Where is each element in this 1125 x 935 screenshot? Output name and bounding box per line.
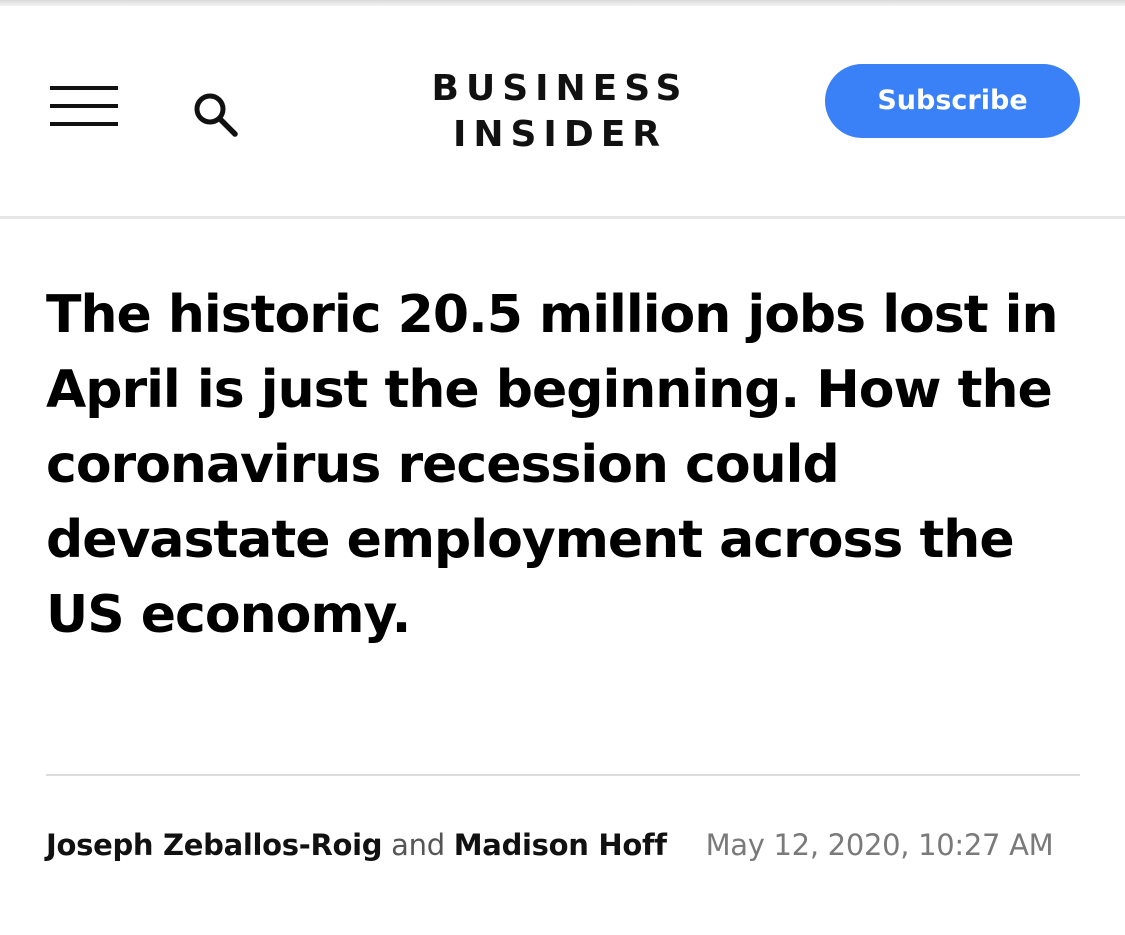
author-link[interactable]: Madison Hoff bbox=[454, 828, 667, 862]
article-byline: Joseph Zeballos-Roig and Madison Hoff Ma… bbox=[46, 822, 1080, 868]
logo-line-1: BUSINESS bbox=[431, 68, 689, 109]
menu-bar bbox=[50, 86, 118, 90]
menu-bar bbox=[50, 104, 118, 108]
header-divider bbox=[0, 216, 1125, 219]
menu-bar bbox=[50, 122, 118, 126]
article-headline: The historic 20.5 million jobs lost in A… bbox=[46, 285, 1059, 645]
business-insider-logo[interactable]: BUSINESS INSIDER bbox=[400, 66, 720, 166]
publish-timestamp: May 12, 2020, 10:27 AM bbox=[705, 828, 1054, 862]
subscribe-button[interactable]: Subscribe bbox=[825, 64, 1080, 138]
byline-joiner: and bbox=[391, 828, 445, 862]
hamburger-menu-icon[interactable] bbox=[50, 86, 118, 130]
byline-divider bbox=[46, 774, 1080, 776]
logo-line-2: INSIDER bbox=[452, 114, 668, 155]
search-icon[interactable] bbox=[190, 89, 242, 141]
author-link[interactable]: Joseph Zeballos-Roig bbox=[46, 828, 383, 862]
site-header: BUSINESS INSIDER Subscribe bbox=[0, 6, 1125, 216]
